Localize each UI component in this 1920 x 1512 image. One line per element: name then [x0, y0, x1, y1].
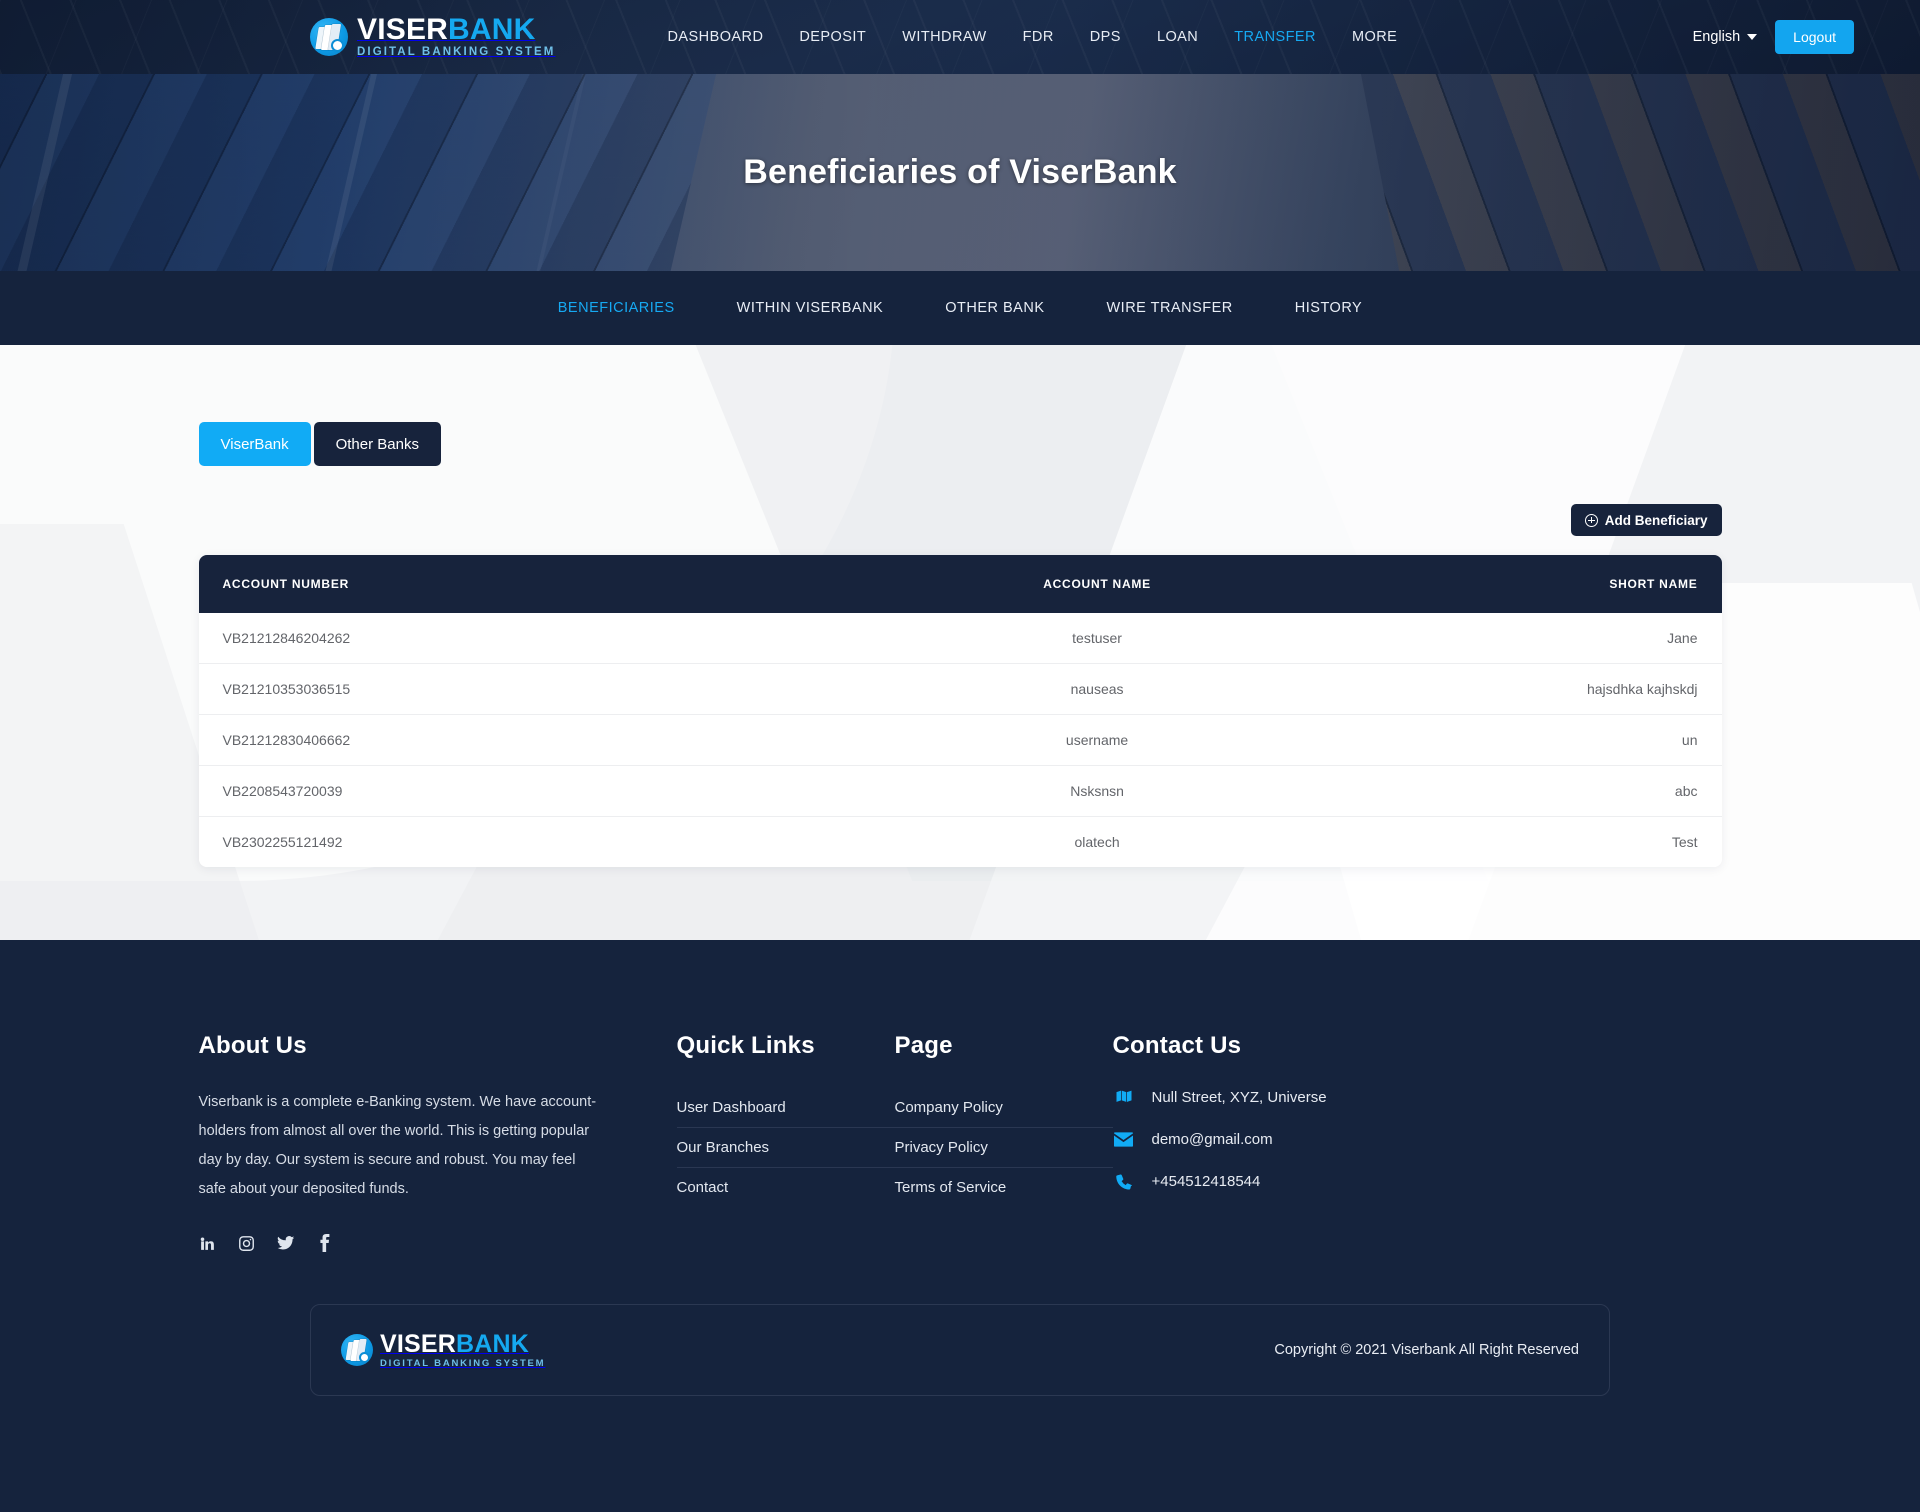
cell-short-name: un: [1310, 714, 1722, 766]
twitter-icon[interactable]: [277, 1234, 295, 1252]
cell-short-name: abc: [1310, 765, 1722, 817]
column-header-short-name: SHORT NAME: [1310, 555, 1722, 613]
main-content: ViserBank Other Banks Add Beneficiary AC…: [0, 345, 1920, 940]
footer-link-privacy-policy[interactable]: Privacy Policy: [895, 1128, 1113, 1167]
footer-link-terms-of-service[interactable]: Terms of Service: [895, 1168, 1113, 1207]
cell-account-number: VB2208543720039: [198, 765, 884, 817]
linkedin-icon[interactable]: [199, 1234, 217, 1252]
nav-item-dps[interactable]: DPS: [1072, 29, 1139, 45]
subnav-item-within-viserbank[interactable]: WITHIN VISERBANK: [706, 300, 915, 316]
cell-account-name: nauseas: [883, 663, 1311, 715]
bank-type-tabs: ViserBank Other Banks: [198, 345, 1722, 466]
footer-logo-name-part2: BANK: [456, 1329, 530, 1358]
subnav-item-other-bank[interactable]: OTHER BANK: [914, 300, 1075, 316]
instagram-icon[interactable]: [238, 1234, 256, 1252]
map-marker-icon: [1113, 1088, 1135, 1106]
copyright-text: Copyright © 2021 Viserbank All Right Res…: [1274, 1342, 1579, 1358]
cell-short-name: Jane: [1310, 613, 1722, 664]
cell-account-name: username: [883, 714, 1311, 766]
facebook-icon[interactable]: [316, 1234, 334, 1252]
footer-contact-title: Contact Us: [1112, 1032, 1242, 1059]
site-footer: About Us Viserbank is a complete e-Banki…: [0, 940, 1920, 1512]
cell-account-number: VB21210353036515: [198, 663, 884, 715]
page-title: Beneficiaries of ViserBank: [743, 153, 1177, 191]
logo-name-part2: BANK: [448, 13, 536, 47]
footer-page-title: Page: [894, 1032, 953, 1059]
table-header: ACCOUNT NUMBER ACCOUNT NAME SHORT NAME: [198, 555, 1722, 613]
beneficiaries-table-card: ACCOUNT NUMBER ACCOUNT NAME SHORT NAME V…: [198, 555, 1722, 867]
copyright-bar: VISERBANK DIGITAL BANKING SYSTEM Copyrig…: [310, 1304, 1610, 1396]
nav-item-loan[interactable]: LOAN: [1139, 29, 1216, 45]
subnav-item-beneficiaries[interactable]: BENEFICIARIES: [527, 300, 706, 316]
footer-link-company-policy[interactable]: Company Policy: [895, 1088, 1113, 1127]
footer-page-section: Page Company Policy Privacy Policy Terms…: [894, 1032, 1113, 1252]
subnav-item-wire-transfer[interactable]: WIRE TRANSFER: [1076, 300, 1264, 316]
table-body: VB21212846204262 testuser Jane VB2121035…: [198, 613, 1722, 867]
logo-name-part1: VISER: [357, 13, 449, 47]
footer-logo[interactable]: VISERBANK DIGITAL BANKING SYSTEM: [341, 1329, 546, 1369]
main-navigation: DASHBOARD DEPOSIT WITHDRAW FDR DPS LOAN …: [649, 29, 1415, 45]
nav-item-deposit[interactable]: DEPOSIT: [781, 29, 884, 45]
cell-account-number: VB2302255121492: [198, 816, 884, 867]
contact-address: Null Street, XYZ, Universe: [1151, 1088, 1327, 1106]
column-header-account-number: ACCOUNT NUMBER: [198, 555, 884, 613]
tab-other-banks[interactable]: Other Banks: [313, 422, 441, 466]
contact-email: demo@gmail.com: [1151, 1131, 1273, 1148]
footer-contact-section: Contact Us Null Street, XYZ, Universe de…: [1113, 1032, 1533, 1252]
contact-address-row: Null Street, XYZ, Universe: [1113, 1088, 1533, 1106]
footer-logo-name-part1: VISER: [380, 1329, 457, 1358]
cell-account-name: testuser: [883, 613, 1311, 664]
cell-account-number: VB21212846204262: [198, 613, 884, 664]
table-row[interactable]: VB21212830406662 username un: [198, 714, 1722, 766]
contact-email-row: demo@gmail.com: [1113, 1131, 1533, 1148]
section-navigation: BENEFICIARIES WITHIN VISERBANK OTHER BAN…: [0, 271, 1920, 345]
footer-about-section: About Us Viserbank is a complete e-Banki…: [199, 1032, 597, 1252]
footer-about-text: Viserbank is a complete e-Banking system…: [198, 1094, 597, 1197]
phone-icon: [1113, 1173, 1135, 1190]
logo-mark-icon: [341, 1334, 373, 1366]
plus-circle-icon: [1584, 513, 1598, 527]
table-row[interactable]: VB2208543720039 Nsksnsn abc: [198, 765, 1722, 817]
footer-link-user-dashboard[interactable]: User Dashboard: [677, 1088, 895, 1127]
cell-short-name: Test: [1310, 816, 1722, 867]
subnav-item-history[interactable]: HISTORY: [1264, 300, 1393, 316]
nav-item-fdr[interactable]: FDR: [1005, 29, 1072, 45]
footer-link-our-branches[interactable]: Our Branches: [677, 1128, 895, 1167]
tab-viserbank[interactable]: ViserBank: [198, 422, 311, 466]
page-hero: Beneficiaries of ViserBank: [0, 74, 1920, 271]
cell-account-name: Nsksnsn: [883, 765, 1311, 817]
footer-quick-links-section: Quick Links User Dashboard Our Branches …: [676, 1032, 895, 1252]
logout-button[interactable]: Logout: [1775, 20, 1854, 54]
footer-about-title: About Us: [198, 1032, 307, 1059]
add-beneficiary-label: Add Beneficiary: [1604, 512, 1708, 528]
nav-item-transfer[interactable]: TRANSFER: [1216, 29, 1334, 45]
contact-phone: +454512418544: [1151, 1173, 1261, 1190]
nav-item-more[interactable]: MORE: [1334, 29, 1415, 45]
cell-short-name: hajsdhka kajhskdj: [1310, 663, 1722, 715]
beneficiaries-table: ACCOUNT NUMBER ACCOUNT NAME SHORT NAME V…: [198, 555, 1722, 867]
social-links: [199, 1234, 597, 1252]
cell-account-number: VB21212830406662: [198, 714, 884, 766]
logo-mark-icon: [310, 18, 348, 56]
nav-item-dashboard[interactable]: DASHBOARD: [649, 29, 781, 45]
chevron-down-icon: [1747, 34, 1758, 40]
nav-item-withdraw[interactable]: WITHDRAW: [884, 29, 1004, 45]
logo-tagline: DIGITAL BANKING SYSTEM: [357, 46, 556, 59]
language-selector[interactable]: English: [1693, 29, 1758, 45]
envelope-icon: [1113, 1132, 1135, 1147]
footer-logo-tagline: DIGITAL BANKING SYSTEM: [380, 1357, 546, 1369]
column-header-account-name: ACCOUNT NAME: [883, 555, 1311, 613]
site-header: VISERBANK DIGITAL BANKING SYSTEM DASHBOA…: [0, 0, 1920, 74]
table-row[interactable]: VB21210353036515 nauseas hajsdhka kajhsk…: [198, 663, 1722, 715]
contact-phone-row: +454512418544: [1113, 1173, 1533, 1190]
table-row[interactable]: VB2302255121492 olatech Test: [198, 816, 1722, 867]
add-beneficiary-button[interactable]: Add Beneficiary: [1570, 504, 1722, 536]
cell-account-name: olatech: [883, 816, 1311, 867]
table-row[interactable]: VB21212846204262 testuser Jane: [198, 613, 1722, 664]
footer-link-contact[interactable]: Contact: [677, 1168, 895, 1207]
footer-quick-links-title: Quick Links: [676, 1032, 815, 1059]
site-logo[interactable]: VISERBANK DIGITAL BANKING SYSTEM: [310, 15, 555, 59]
language-label: English: [1692, 29, 1741, 45]
